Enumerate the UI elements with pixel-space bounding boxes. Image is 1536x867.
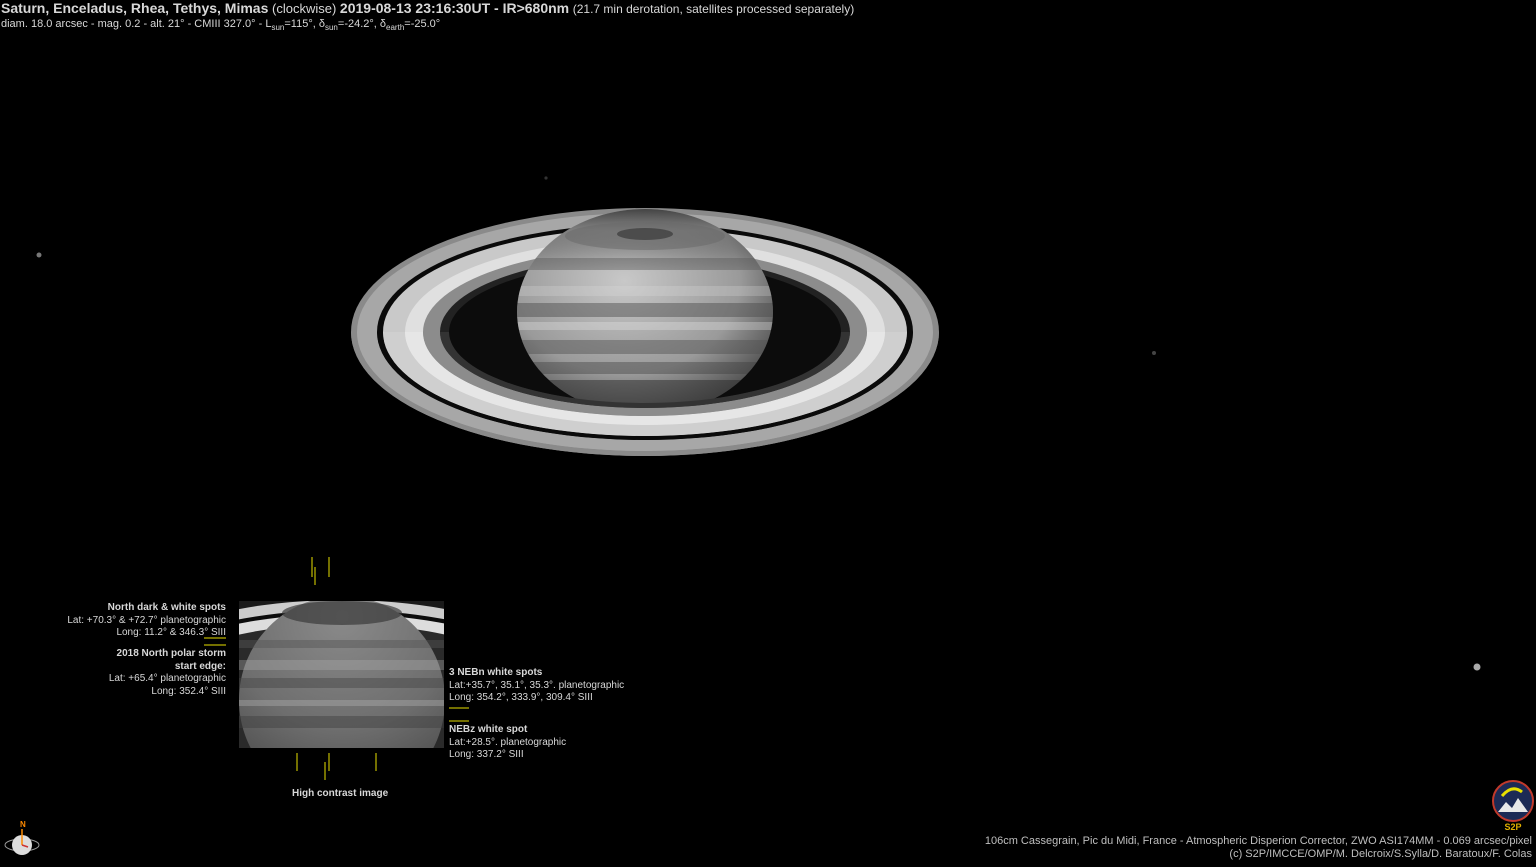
nebz-lat: Lat:+28.5°. planetographic [449, 736, 567, 748]
polar-storm-title-1: 2018 North polar storm [116, 648, 226, 659]
nebz-title: NEBz white spot [449, 724, 528, 735]
nebn-title: 3 NEBn white spots [449, 667, 543, 678]
compass: N [3, 818, 43, 867]
instrument-info: 106cm Cassegrain, Pic du Midi, France - … [984, 835, 1532, 847]
logo-text: S2P [1504, 822, 1521, 832]
s2p-logo: S2P [1490, 780, 1536, 837]
moon-top [544, 176, 548, 180]
nebn-long: Long: 354.2°, 333.9°, 309.4° SIII [449, 692, 593, 703]
polar-storm-annotation: 2018 North polar storm start edge: Lat: … [109, 648, 226, 698]
polar-storm-lat: Lat: +65.4° planetographic [108, 673, 226, 684]
moon-right [1152, 351, 1156, 355]
north-spots-long: Long: 11.2° & 346.3° SIII [116, 627, 226, 638]
saturn-image [36, 176, 1481, 780]
moon-far-right [1473, 663, 1481, 671]
s2p-logo-icon: S2P [1492, 780, 1534, 832]
compass-icon: N [4, 820, 40, 855]
polar-storm-long: Long: 352.4° SIII [151, 685, 226, 697]
moon-left [36, 252, 42, 258]
compass-north-label: N [20, 820, 26, 829]
north-spots-lat: Lat: +70.3° & +72.7° planetographic [67, 614, 226, 626]
nebz-long: Long: 337.2° SIII [449, 749, 524, 760]
nebz-spot-annotation: NEBz white spot Lat:+28.5°. planetograph… [449, 724, 566, 762]
polar-storm-title-2: start edge: [174, 660, 226, 672]
inset-caption: High contrast image [292, 788, 389, 799]
nebn-lat: Lat:+35.7°, 35.1°, 35.3°. planetographic [449, 679, 625, 691]
north-spots-title: North dark & white spots [107, 602, 226, 613]
nebn-spots-annotation: 3 NEBn white spots Lat:+35.7°, 35.1°, 35… [449, 667, 624, 705]
credits: (c) S2P/IMCCE/OMP/M. Delcroix/S.Sylla/D.… [1229, 848, 1532, 860]
north-spots-annotation: North dark & white spots Lat: +70.3° & +… [67, 602, 226, 640]
